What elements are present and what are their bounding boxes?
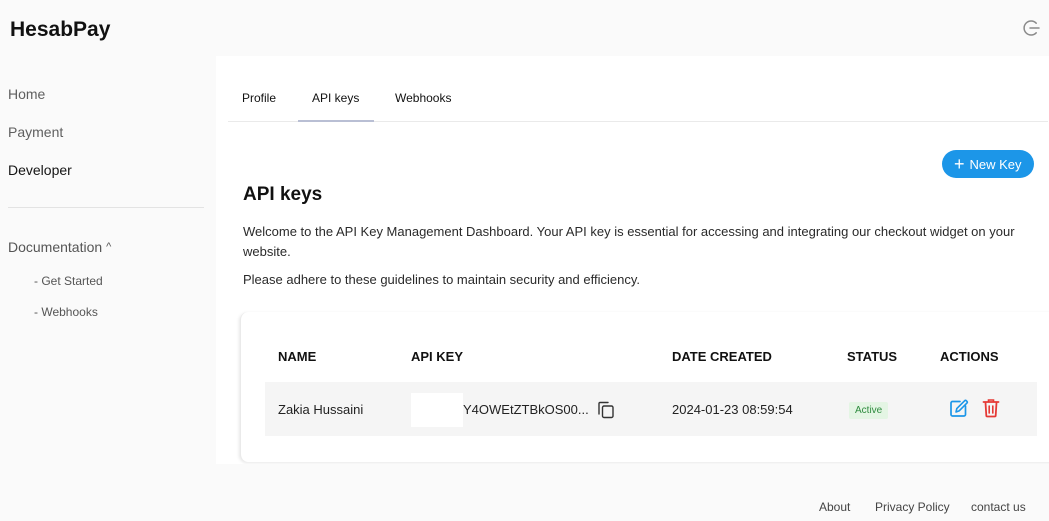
plus-icon: +	[954, 153, 965, 174]
copy-icon[interactable]	[597, 401, 615, 419]
sidebar-item-documentation[interactable]: Documentation ^	[8, 239, 111, 255]
sidebar-item-developer[interactable]: Developer	[8, 162, 72, 178]
footer-link-contact-us[interactable]: contact us	[971, 500, 1026, 514]
column-header-actions: ACTIONS	[940, 349, 999, 364]
page-title: API keys	[243, 184, 323, 205]
description-guidelines: Please adhere to these guidelines to mai…	[243, 272, 640, 287]
footer: About Privacy Policy contact us	[216, 464, 1049, 521]
sidebar-subitem-get-started[interactable]: Get Started	[34, 274, 102, 288]
new-key-label: New Key	[969, 156, 1022, 172]
api-key-cell: Y4OWEtZTBkOS00...	[411, 393, 614, 427]
footer-link-about[interactable]: About	[819, 500, 850, 514]
tab-webhooks[interactable]: Webhooks	[381, 90, 465, 122]
main-content: Profile API keys Webhooks + New Key API …	[216, 56, 1049, 464]
documentation-label: Documentation	[8, 239, 103, 255]
new-key-button[interactable]: + New Key	[942, 150, 1034, 178]
trash-icon[interactable]	[982, 398, 1000, 418]
row-name: Zakia Hussaini	[278, 402, 364, 417]
api-key-redaction	[411, 393, 463, 427]
status-badge: Active	[849, 402, 889, 419]
tab-bar: Profile API keys Webhooks	[228, 84, 1048, 122]
api-key-value: Y4OWEtZTBkOS00...	[463, 402, 589, 417]
column-header-date-created: DATE CREATED	[672, 349, 772, 364]
description-intro: Welcome to the API Key Management Dashbo…	[243, 224, 1015, 259]
api-keys-table: NAME API KEY DATE CREATED STATUS ACTIONS…	[240, 312, 1049, 462]
brand-logo[interactable]: HesabPay	[10, 18, 110, 42]
tab-api-keys[interactable]: API keys	[298, 90, 374, 122]
sidebar-subitem-webhooks[interactable]: Webhooks	[34, 305, 97, 319]
column-header-api-key: API KEY	[411, 349, 464, 364]
sidebar-divider	[8, 207, 204, 208]
tab-profile[interactable]: Profile	[228, 90, 290, 122]
sidebar: Home Payment Developer Documentation ^ G…	[0, 56, 216, 521]
sidebar-item-payment[interactable]: Payment	[8, 124, 63, 140]
table-row: Zakia Hussaini Y4OWEtZTBkOS00... 2024-01…	[265, 382, 1037, 436]
row-date-created: 2024-01-23 08:59:54	[672, 402, 793, 417]
sidebar-item-home[interactable]: Home	[8, 86, 45, 102]
column-header-name: NAME	[278, 349, 317, 364]
edit-icon[interactable]	[949, 398, 969, 418]
footer-link-privacy-policy[interactable]: Privacy Policy	[875, 500, 950, 514]
top-bar: HesabPay	[0, 0, 1049, 56]
logout-icon[interactable]	[1021, 18, 1041, 38]
chevron-up-icon: ^	[106, 241, 112, 253]
column-header-status: STATUS	[847, 349, 898, 364]
